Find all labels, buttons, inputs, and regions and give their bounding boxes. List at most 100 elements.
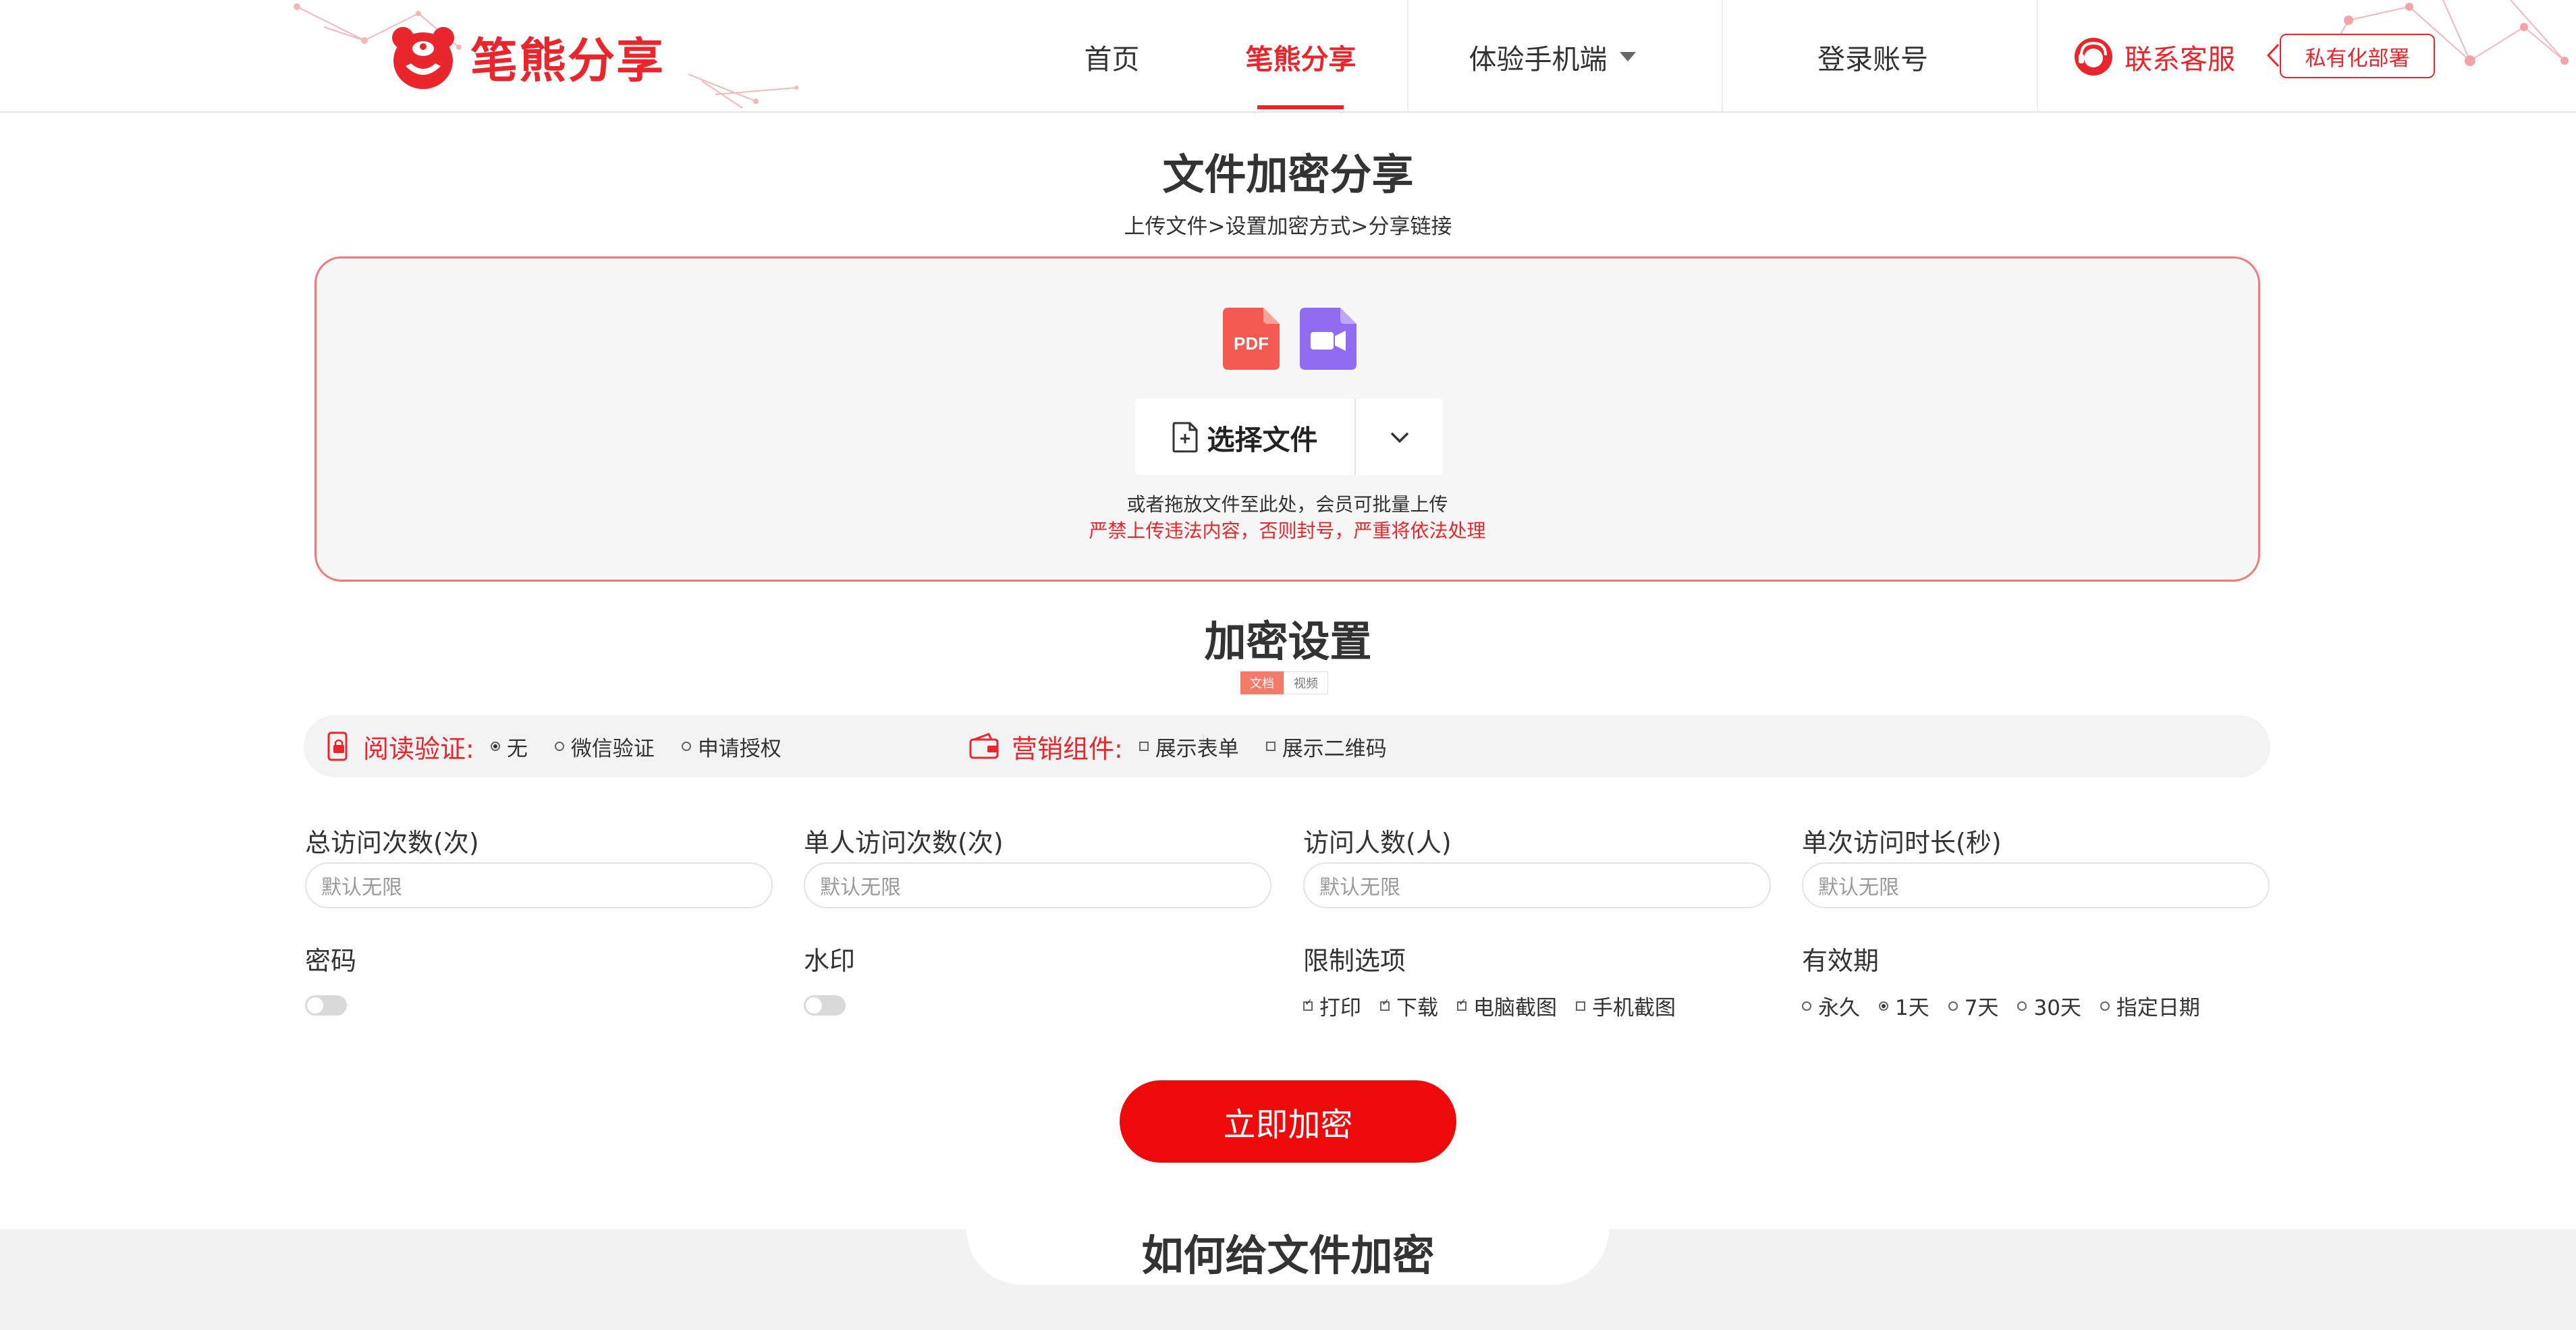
- file-type-tabs: 文档 视频: [1240, 671, 1328, 694]
- logo-text: 笔熊分享: [470, 32, 665, 88]
- file-add-icon: [1172, 422, 1197, 452]
- verify-option-authorization[interactable]: 申请授权: [681, 731, 782, 762]
- encrypt-now-button[interactable]: 立即加密: [1120, 1080, 1456, 1163]
- video-icon: [1300, 308, 1356, 370]
- chevron-left-icon: [2266, 43, 2280, 67]
- site-logo[interactable]: 笔熊分享: [388, 22, 665, 92]
- watermark-field: 水印: [804, 940, 856, 1016]
- pdf-icon-label: PDF: [1234, 333, 1269, 354]
- upload-steps: 上传文件>设置加密方式>分享链接: [1124, 215, 1452, 239]
- nav-mobile-label: 体验手机端: [1469, 43, 1608, 76]
- contact-support-label: 联系客服: [2125, 43, 2235, 76]
- private-deployment-label: 私有化部署: [2305, 46, 2410, 71]
- upload-warning: 严禁上传违法内容，否则封号，严重将依法处理: [1089, 520, 1486, 542]
- password-toggle[interactable]: [305, 995, 347, 1016]
- marketing-option-qrcode[interactable]: 展示二维码: [1265, 731, 1387, 762]
- validity-permanent-option[interactable]: 永久: [1802, 991, 1860, 1021]
- checkbox-icon: [1139, 742, 1149, 751]
- restrict-pc-screenshot-option[interactable]: 电脑截图: [1457, 991, 1557, 1021]
- visit-duration-field: 单次访问时长(秒) 默认无限: [1802, 822, 2270, 908]
- total-visits-label: 总访问次数(次): [305, 828, 479, 858]
- nav-mobile-experience[interactable]: 体验手机端: [1451, 0, 1653, 113]
- top-header: 笔熊分享 首页 笔熊分享 体验手机端 登录账号 联系客服 私有化部署: [0, 0, 2576, 113]
- headset-icon: [2075, 38, 2112, 76]
- nav-divider: [1407, 0, 1408, 113]
- restrict-option-label: 打印: [1319, 996, 1361, 1020]
- restrict-option-label: 手机截图: [1592, 996, 1676, 1020]
- validity-option-label: 7天: [1964, 996, 1999, 1020]
- checkbox-icon: [1303, 997, 1313, 1011]
- verify-option-label: 申请授权: [697, 736, 782, 761]
- pdf-icon: PDF: [1223, 308, 1280, 370]
- validity-30days-option[interactable]: 30天: [2017, 991, 2081, 1021]
- radio-icon: [490, 742, 500, 751]
- validity-options-list: 永久 1天 7天 30天 指定日期: [1802, 991, 2219, 1021]
- nav-bixiong-share[interactable]: 笔熊分享: [1238, 0, 1363, 113]
- read-verification-label: 阅读验证:: [363, 733, 474, 764]
- validity-custom-date-option[interactable]: 指定日期: [2100, 991, 2200, 1021]
- radio-icon: [1948, 1001, 1958, 1011]
- restrict-download-option[interactable]: 下载: [1380, 991, 1438, 1021]
- per-user-visits-field: 单人访问次数(次) 默认无限: [804, 822, 1271, 908]
- private-deployment-button[interactable]: 私有化部署: [2280, 34, 2435, 78]
- verification-options-bar: 阅读验证: 无 微信验证 申请授权 营销组件: 展示表单 展示二维码: [304, 715, 2270, 777]
- validity-7days-option[interactable]: 7天: [1948, 991, 1999, 1021]
- nav-login[interactable]: 登录账号: [1788, 0, 1957, 113]
- choose-file-group: 选择文件: [1135, 399, 1443, 475]
- verify-option-none[interactable]: 无: [490, 731, 528, 762]
- caret-down-icon: [1619, 51, 1636, 61]
- validity-period-label: 有效期: [1802, 946, 1880, 976]
- tab-document[interactable]: 文档: [1240, 671, 1284, 694]
- tab-video[interactable]: 视频: [1284, 671, 1328, 694]
- marketing-components-group: 营销组件: 展示表单 展示二维码: [968, 715, 1421, 777]
- validity-option-label: 永久: [1818, 996, 1860, 1020]
- upload-source-dropdown[interactable]: [1356, 399, 1443, 475]
- restriction-options-list: 打印 下载 电脑截图 手机截图: [1303, 991, 1695, 1021]
- verify-option-wechat[interactable]: 微信验证: [554, 731, 655, 762]
- upload-dropzone[interactable]: PDF 选择文件 或者拖放文件至此处，会员可批量上传 严禁上传违法内容，否则封号…: [314, 256, 2260, 582]
- choose-file-button[interactable]: 选择文件: [1135, 399, 1354, 475]
- nav-share-label: 笔熊分享: [1245, 43, 1356, 76]
- restrict-option-label: 下载: [1396, 996, 1438, 1020]
- marketing-option-label: 展示表单: [1155, 736, 1239, 761]
- visit-duration-label: 单次访问时长(秒): [1802, 828, 2002, 858]
- visitor-count-field: 访问人数(人) 默认无限: [1303, 822, 1771, 908]
- verify-option-label: 无: [506, 736, 528, 761]
- restriction-options-label: 限制选项: [1303, 946, 1406, 976]
- phone-lock-icon: [327, 731, 348, 761]
- restrict-mobile-screenshot-option[interactable]: 手机截图: [1576, 991, 1676, 1021]
- nav-login-label: 登录账号: [1817, 43, 1928, 76]
- per-user-visits-input[interactable]: 默认无限: [804, 862, 1271, 908]
- watermark-toggle[interactable]: [804, 995, 846, 1016]
- contact-support-link[interactable]: 联系客服: [2072, 35, 2235, 78]
- total-visits-field: 总访问次数(次) 默认无限: [305, 822, 773, 908]
- password-label: 密码: [305, 946, 357, 976]
- restrict-print-option[interactable]: 打印: [1303, 991, 1361, 1021]
- checkbox-icon: [1265, 742, 1276, 751]
- radio-icon: [1879, 1001, 1888, 1011]
- password-field: 密码: [305, 940, 357, 1016]
- restrict-option-label: 电脑截图: [1473, 996, 1557, 1020]
- radio-icon: [554, 742, 564, 751]
- validity-1day-option[interactable]: 1天: [1879, 991, 1929, 1021]
- nav-divider: [2037, 0, 2038, 113]
- radio-icon: [2100, 1001, 2110, 1011]
- validity-option-label: 30天: [2033, 996, 2081, 1020]
- visit-duration-input[interactable]: 默认无限: [1802, 862, 2270, 908]
- visitor-count-input[interactable]: 默认无限: [1303, 862, 1771, 908]
- visitor-count-label: 访问人数(人): [1303, 828, 1452, 858]
- marketing-components-label: 营销组件:: [1012, 733, 1123, 764]
- radio-icon: [1802, 1001, 1811, 1011]
- radio-icon: [2017, 1001, 2027, 1011]
- nav-home[interactable]: 首页: [1073, 0, 1151, 113]
- page-title: 文件加密分享: [1162, 150, 1414, 199]
- total-visits-input[interactable]: 默认无限: [305, 862, 773, 908]
- nav-home-label: 首页: [1084, 43, 1140, 76]
- watermark-label: 水印: [804, 946, 856, 976]
- per-user-visits-label: 单人访问次数(次): [804, 828, 1004, 858]
- marketing-option-form[interactable]: 展示表单: [1139, 731, 1239, 762]
- chevron-down-icon: [1390, 432, 1408, 443]
- radio-icon: [681, 742, 691, 751]
- marketing-option-label: 展示二维码: [1282, 736, 1387, 761]
- bear-logo-icon: [392, 27, 454, 89]
